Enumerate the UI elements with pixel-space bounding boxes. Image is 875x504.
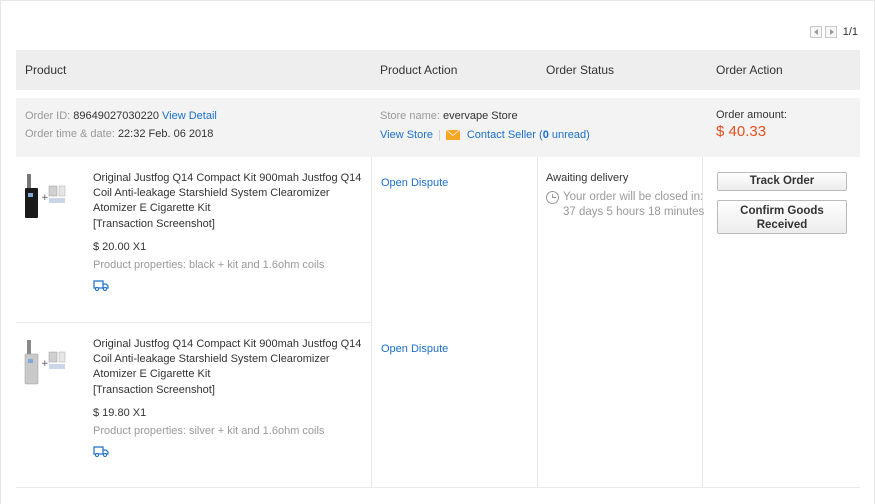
track-order-button[interactable]: Track Order: [717, 172, 847, 191]
order-id-line: Order ID: 89649027030220 View Detail: [25, 110, 217, 122]
contact-seller-label: Contact Seller: [466, 129, 536, 141]
order-id-value: 89649027030220: [73, 110, 159, 122]
link-separator: |: [438, 129, 441, 141]
open-dispute-link[interactable]: Open Dispute: [381, 343, 448, 355]
store-name-label: Store name:: [380, 110, 440, 122]
order-info-bar: Order ID: 89649027030220 View Detail Ord…: [16, 98, 860, 157]
shipping-truck-icon[interactable]: [93, 445, 109, 457]
product-price: $ 19.80 X1: [93, 407, 147, 419]
order-time-value: 22:32 Feb. 06 2018: [117, 128, 214, 140]
order-time-label: Order time & date:: [25, 128, 115, 140]
order-id-label: Order ID:: [25, 110, 71, 122]
orders-panel: 1/1 Product Product Action Order Status …: [0, 0, 875, 504]
svg-text:+: +: [41, 193, 49, 203]
order-time-line: Order time & date: 22:32 Feb. 06 2018: [25, 128, 213, 140]
next-page-button[interactable]: [824, 26, 837, 38]
confirm-goods-received-button[interactable]: Confirm Goods Received: [717, 200, 847, 234]
order-amount-value: $ 40.33: [716, 123, 767, 140]
bottom-divider: [16, 487, 860, 488]
row-divider: [16, 322, 371, 323]
status-detail-row: Your order will be closed in: 37 days 5 …: [546, 190, 706, 220]
store-links: View Store | Contact Seller (0 unread): [380, 129, 590, 141]
contact-seller-link[interactable]: Contact Seller (0 unread): [467, 129, 590, 141]
open-dispute-link[interactable]: Open Dispute: [381, 177, 448, 189]
product-title[interactable]: Original Justfog Q14 Compact Kit 900mah …: [93, 337, 368, 382]
store-name-line: Store name: evervape Store: [380, 110, 518, 122]
page-count: 1/1: [842, 26, 858, 38]
product-price: $ 20.00 X1: [93, 241, 147, 253]
header-order-status: Order Status: [546, 63, 615, 77]
status-title: Awaiting delivery: [546, 172, 629, 184]
product-title[interactable]: Original Justfog Q14 Compact Kit 900mah …: [93, 171, 368, 216]
shipping-truck-icon[interactable]: [93, 279, 109, 291]
unread-label: unread: [551, 129, 587, 141]
product-thumbnail[interactable]: +: [24, 172, 76, 222]
order-status: Awaiting delivery Your order will be clo…: [546, 172, 706, 220]
transaction-screenshot-link[interactable]: [Transaction Screenshot]: [93, 384, 368, 396]
table-header: Product Product Action Order Status Orde…: [16, 50, 860, 90]
column-divider: [537, 157, 538, 488]
prev-page-button[interactable]: [809, 26, 822, 38]
order-body: + Original Justfog Q14 Compact Kit 900ma…: [16, 157, 860, 488]
header-order-action: Order Action: [716, 63, 783, 77]
clock-icon: [546, 191, 559, 204]
svg-text:+: +: [41, 359, 49, 369]
view-detail-link[interactable]: View Detail: [162, 110, 217, 122]
store-name-value: evervape Store: [442, 110, 518, 122]
product-info: Original Justfog Q14 Compact Kit 900mah …: [93, 337, 368, 457]
view-store-link[interactable]: View Store: [380, 129, 433, 141]
unread-count: 0: [542, 129, 549, 141]
order-table: Product Product Action Order Status Orde…: [16, 50, 860, 488]
header-product-action: Product Action: [380, 63, 458, 77]
header-product: Product: [25, 63, 67, 77]
order-amount-label: Order amount:: [716, 109, 787, 121]
product-properties: Product properties: silver + kit and 1.6…: [93, 425, 325, 437]
product-thumbnail[interactable]: +: [24, 338, 76, 388]
transaction-screenshot-link[interactable]: [Transaction Screenshot]: [93, 218, 368, 230]
product-properties: Product properties: black + kit and 1.6o…: [93, 259, 325, 271]
column-divider: [371, 157, 372, 488]
status-detail: Your order will be closed in: 37 days 5 …: [563, 191, 705, 218]
mail-icon: [445, 130, 460, 140]
product-info: Original Justfog Q14 Compact Kit 900mah …: [93, 171, 368, 291]
pagination: 1/1: [809, 26, 858, 38]
